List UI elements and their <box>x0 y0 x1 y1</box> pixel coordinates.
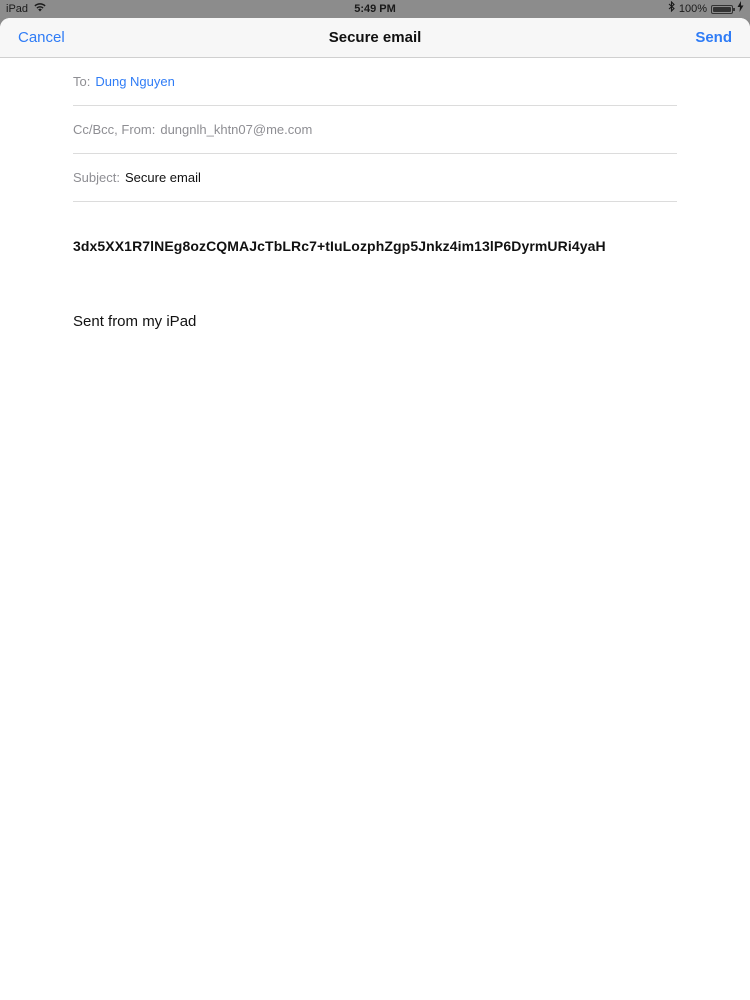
to-field[interactable]: To: Dung Nguyen <box>73 58 677 106</box>
status-right: 100% <box>668 0 744 18</box>
battery-fill <box>713 6 731 12</box>
message-signature[interactable]: Sent from my iPad <box>73 313 196 330</box>
subject-label: Subject: <box>73 170 120 185</box>
to-label: To: <box>73 74 91 89</box>
send-button[interactable]: Send <box>695 29 732 46</box>
battery-icon <box>711 4 735 14</box>
status-time: 5:49 PM <box>354 3 396 15</box>
page-title: Secure email <box>328 29 422 46</box>
message-body-encrypted[interactable]: 3dx5XX1R7lNEg8ozCQMAJcTbLRc7+tIuLozphZgp… <box>73 238 606 254</box>
subject-field[interactable]: Subject: Secure email <box>73 154 677 202</box>
cc-bcc-from-field[interactable]: Cc/Bcc, From: dungnlh_khtn07@me.com <box>73 106 677 154</box>
compose-sheet: Cancel Secure email Send To: Dung Nguyen… <box>0 18 750 1000</box>
cc-bcc-from-label: Cc/Bcc, From: <box>73 122 156 137</box>
battery-percent: 100% <box>678 3 707 15</box>
charging-icon <box>737 0 744 18</box>
from-address[interactable]: dungnlh_khtn07@me.com <box>160 122 312 137</box>
status-bar: iPad 5:49 PM 100% <box>0 0 750 18</box>
to-recipient[interactable]: Dung Nguyen <box>95 74 175 89</box>
bluetooth-icon <box>668 0 675 18</box>
subject-input[interactable]: Secure email <box>125 170 201 185</box>
nav-bar: Cancel Secure email Send <box>0 18 750 58</box>
compose-fields: To: Dung Nguyen Cc/Bcc, From: dungnlh_kh… <box>73 58 677 202</box>
